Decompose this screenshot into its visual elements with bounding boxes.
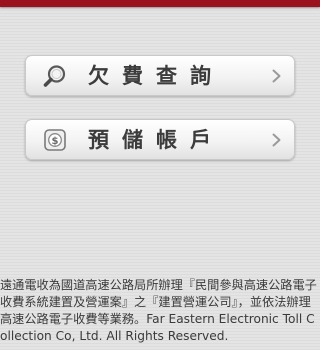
arrears-inquiry-label: 欠費查詢 (88, 64, 224, 88)
arrears-inquiry-button[interactable]: 欠費查詢 (25, 55, 295, 96)
prepaid-account-label: 預儲帳戶 (88, 128, 224, 152)
svg-text:$: $ (52, 136, 59, 147)
chevron-right-icon (272, 69, 281, 83)
prepaid-account-button[interactable]: $ 預儲帳戶 (25, 119, 295, 160)
search-icon (43, 65, 66, 87)
company-disclaimer-text: 遠通電收為國道高速公路局所辦理『民間參與高速公路電子收費系統建置及營運案』之『建… (0, 278, 317, 343)
chevron-right-icon (272, 133, 281, 147)
header-bar (0, 0, 320, 7)
dollar-icon: $ (44, 129, 66, 151)
